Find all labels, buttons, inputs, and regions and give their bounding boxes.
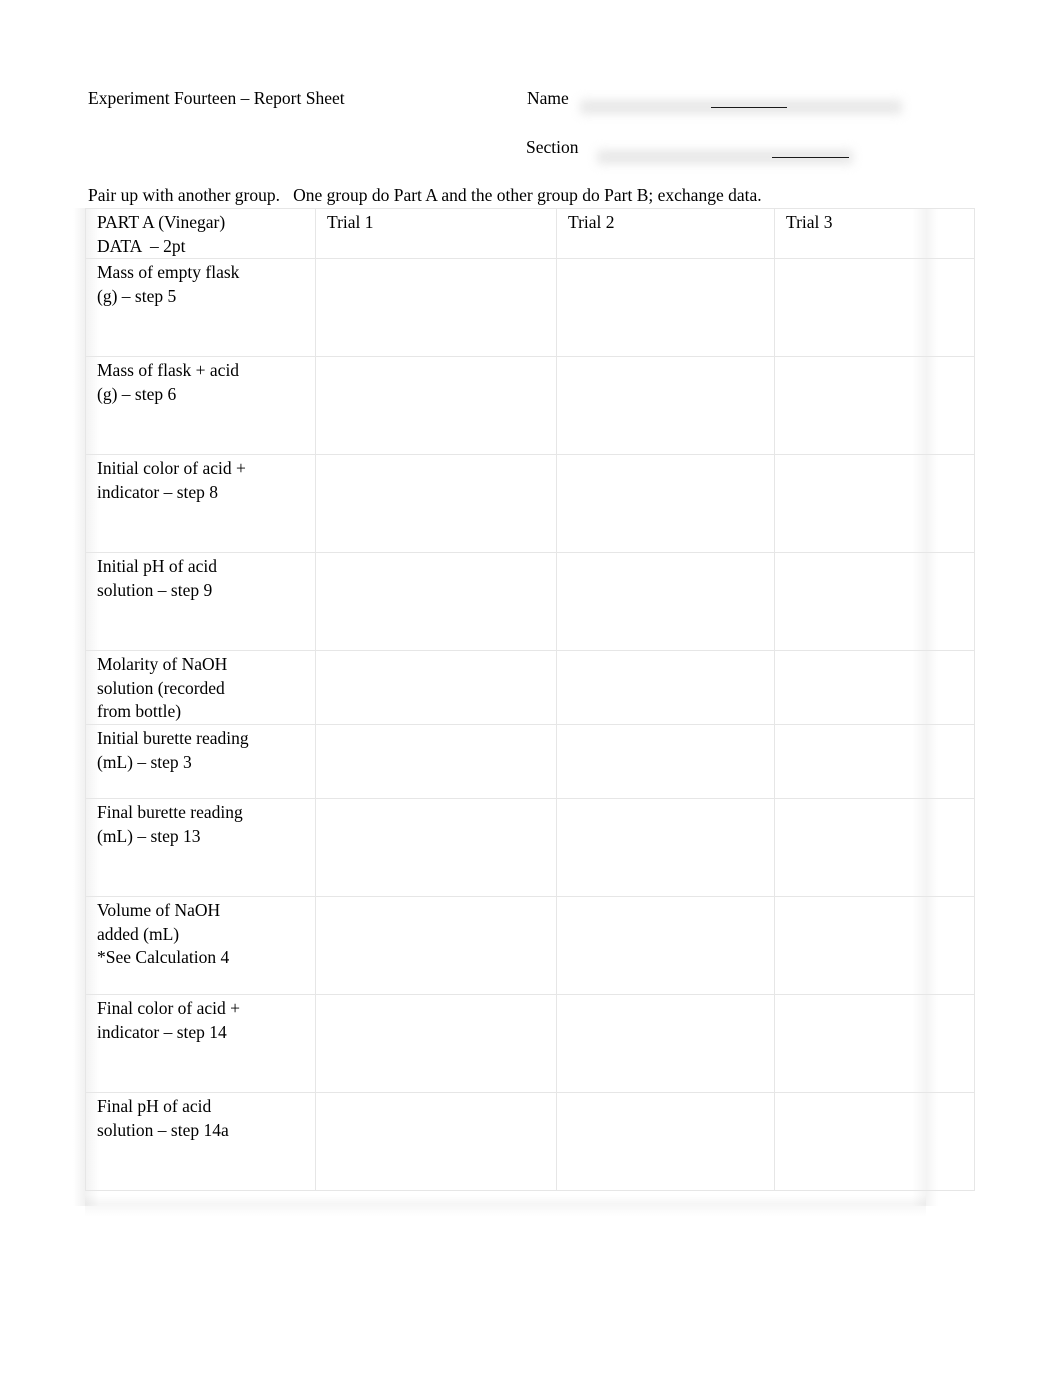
row-label-line: (g) – step 5 xyxy=(97,285,177,306)
table-row: Molarity of NaOH solution (recorded from b… xyxy=(85,650,975,725)
row-label: Initial burette reading (mL) – step 3 xyxy=(85,724,316,799)
row-label-line: *See Calculation 4 xyxy=(97,947,230,967)
document-page: Experiment Fourteen – Report Sheet Name … xyxy=(0,0,1062,1377)
row-label-line: (mL) – step 3 xyxy=(97,751,192,772)
row-label-line: Mass of flask + acid xyxy=(97,360,240,380)
column-header-trial-2: Trial 2 xyxy=(556,208,775,259)
row-label-line: Mass of empty flask xyxy=(97,262,240,282)
trial-3-entry-cell[interactable] xyxy=(774,724,975,799)
instruction-text: Pair up with another group. One group do… xyxy=(88,185,762,205)
trial-2-entry-cell[interactable] xyxy=(556,650,775,725)
row-label-line: solution (recorded xyxy=(97,677,225,698)
data-table-container: PART A (Vinegar) DATA – 2pt Trial 1 Trial 2… xyxy=(73,208,975,1217)
row-label: Mass of empty flask (g) – step 5 xyxy=(85,258,316,357)
trial-3-entry-cell[interactable] xyxy=(774,798,975,897)
trial-2-entry-cell[interactable] xyxy=(556,454,775,553)
row-label: Final pH of acid solution – step 14a xyxy=(85,1092,316,1191)
trial-3-entry-cell[interactable] xyxy=(774,356,975,455)
row-label-line: Molarity of NaOH xyxy=(97,654,228,674)
trial-3-entry-cell[interactable] xyxy=(774,258,975,357)
table-row: Final pH of acid solution – step 14a xyxy=(85,1092,975,1191)
row-label-line: from bottle) xyxy=(97,701,182,721)
row-label: Molarity of NaOH solution (recorded from b… xyxy=(85,650,316,725)
row-label: Volume of NaOH added (mL) *See Calculation… xyxy=(85,896,316,995)
table-row: Volume of NaOH added (mL) *See Calculation… xyxy=(85,896,975,995)
table-row: Final color of acid + indicator – step 14 xyxy=(85,994,975,1093)
name-answer-rule xyxy=(711,107,787,108)
section-field-label: Section xyxy=(526,137,579,157)
row-label-line: Initial pH of acid xyxy=(97,556,218,576)
row-label: Final burette reading (mL) – step 13 xyxy=(85,798,316,897)
page-title: Experiment Fourteen – Report Sheet xyxy=(88,88,345,108)
row-label: Mass of flask + acid (g) – step 6 xyxy=(85,356,316,455)
trial-3-entry-cell[interactable] xyxy=(774,994,975,1093)
trial-2-entry-cell[interactable] xyxy=(556,724,775,799)
trial-1-entry-cell[interactable] xyxy=(315,798,557,897)
row-label: Final color of acid + indicator – step 14 xyxy=(85,994,316,1093)
trial-1-entry-cell[interactable] xyxy=(315,454,557,553)
trial-1-entry-cell[interactable] xyxy=(315,896,557,995)
row-label: Initial pH of acid solution – step 9 xyxy=(85,552,316,651)
trial-1-entry-cell[interactable] xyxy=(315,356,557,455)
trial-1-entry-cell[interactable] xyxy=(315,1092,557,1191)
trial-1-entry-cell[interactable] xyxy=(315,258,557,357)
row-label-line: Final pH of acid xyxy=(97,1096,212,1116)
column-header-trial-1-line: Trial 1 xyxy=(327,212,374,232)
row-label-line: (g) – step 6 xyxy=(97,383,177,404)
table-row: Final burette reading (mL) – step 13 xyxy=(85,798,975,897)
column-header-trial-1: Trial 1 xyxy=(315,208,557,259)
column-header-part-a-line: PART A (Vinegar) xyxy=(97,212,226,232)
table-header-row: PART A (Vinegar) DATA – 2pt Trial 1 Trial 2… xyxy=(85,208,975,259)
row-label-line: solution – step 9 xyxy=(97,579,213,600)
part-a-data-table: PART A (Vinegar) DATA – 2pt Trial 1 Trial 2… xyxy=(85,208,975,1191)
row-label-line: Initial color of acid + xyxy=(97,458,246,478)
trial-3-entry-cell[interactable] xyxy=(774,1092,975,1191)
trial-2-entry-cell[interactable] xyxy=(556,356,775,455)
trial-3-entry-cell[interactable] xyxy=(774,552,975,651)
trial-2-entry-cell[interactable] xyxy=(556,1092,775,1191)
trial-1-entry-cell[interactable] xyxy=(315,552,557,651)
table-row: Initial burette reading (mL) – step 3 xyxy=(85,724,975,799)
table-row: Mass of flask + acid (g) – step 6 xyxy=(85,356,975,455)
table-row: Mass of empty flask (g) – step 5 xyxy=(85,258,975,357)
trial-2-entry-cell[interactable] xyxy=(556,552,775,651)
page-shadow-bottom xyxy=(85,1195,926,1217)
section-answer-rule xyxy=(772,157,849,158)
trial-3-entry-cell[interactable] xyxy=(774,454,975,553)
row-label-line: added (mL) xyxy=(97,923,180,944)
row-label-line: Final burette reading xyxy=(97,802,243,822)
trial-2-entry-cell[interactable] xyxy=(556,994,775,1093)
column-header-trial-3: Trial 3 xyxy=(774,208,975,259)
column-header-trial-2-line: Trial 2 xyxy=(568,212,615,232)
trial-1-entry-cell[interactable] xyxy=(315,994,557,1093)
row-label-line: indicator – step 14 xyxy=(97,1021,227,1042)
column-header-part-a: PART A (Vinegar) DATA – 2pt xyxy=(85,208,316,259)
trial-2-entry-cell[interactable] xyxy=(556,258,775,357)
row-label-line: (mL) – step 13 xyxy=(97,825,201,846)
trial-1-entry-cell[interactable] xyxy=(315,724,557,799)
trial-2-entry-cell[interactable] xyxy=(556,896,775,995)
table-row: Initial pH of acid solution – step 9 xyxy=(85,552,975,651)
column-header-trial-3-line: Trial 3 xyxy=(786,212,833,232)
trial-3-entry-cell[interactable] xyxy=(774,896,975,995)
trial-1-entry-cell[interactable] xyxy=(315,650,557,725)
row-label-line: solution – step 14a xyxy=(97,1119,229,1140)
row-label-line: Initial burette reading xyxy=(97,728,249,748)
row-label: Initial color of acid + indicator – step … xyxy=(85,454,316,553)
row-label-line: Final color of acid + xyxy=(97,998,241,1018)
table-row: Initial color of acid + indicator – step … xyxy=(85,454,975,553)
column-header-part-a-line: DATA – 2pt xyxy=(97,235,186,256)
row-label-line: Volume of NaOH xyxy=(97,900,221,920)
trial-2-entry-cell[interactable] xyxy=(556,798,775,897)
name-field-label: Name xyxy=(527,88,569,108)
row-label-line: indicator – step 8 xyxy=(97,481,219,502)
trial-3-entry-cell[interactable] xyxy=(774,650,975,725)
